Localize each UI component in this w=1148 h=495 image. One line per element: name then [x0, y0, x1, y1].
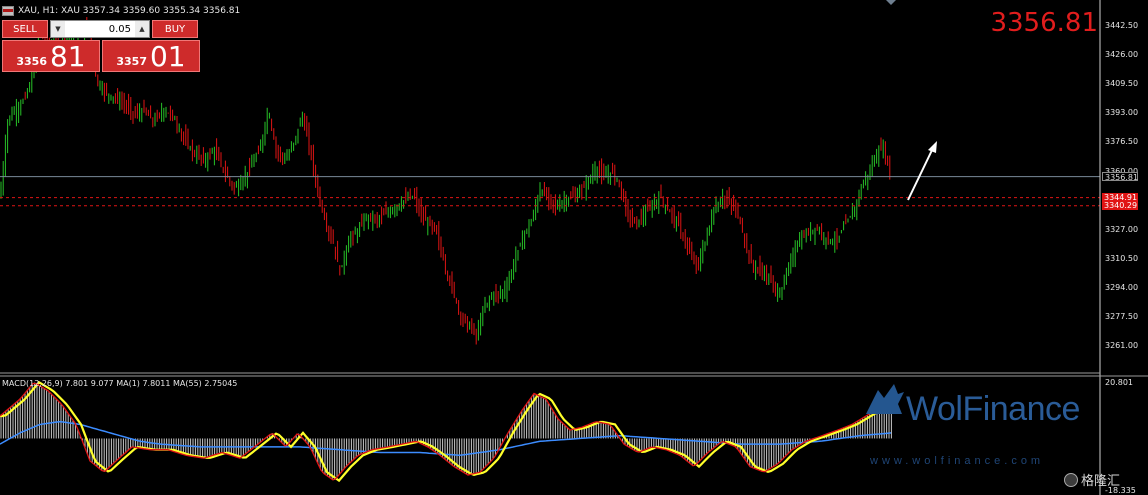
lot-size-field[interactable]: ▼ 0.05 ▲ — [50, 20, 150, 38]
level-price-tag: 3340.29 — [1102, 201, 1138, 211]
bid-price-big: 81 — [49, 40, 86, 73]
chart-window-icon — [2, 6, 14, 16]
price-axis-label: 3409.50 — [1105, 79, 1139, 89]
lot-increase-icon[interactable]: ▲ — [135, 21, 149, 37]
wolf-icon — [866, 384, 904, 414]
price-axis-label: 3310.50 — [1105, 253, 1139, 263]
macd-indicator-label: MACD(12,26,9) 7.801 9.077 MA(1) 7.8011 M… — [2, 379, 238, 388]
ask-price-small: 3357 — [116, 55, 147, 68]
price-axis-label: 3327.00 — [1105, 224, 1139, 234]
corner-brand-icon — [1064, 472, 1078, 487]
price-axis-label: 3426.00 — [1105, 50, 1139, 60]
big-price-display: 3356.81 — [990, 8, 1098, 38]
lot-decrease-icon[interactable]: ▼ — [51, 21, 65, 37]
corner-brand-text: 格隆汇 — [1081, 474, 1121, 489]
corner-brand: 格隆汇 — [1064, 470, 1120, 489]
price-axis-label: 3277.50 — [1105, 311, 1139, 321]
ask-price-big: 01 — [149, 40, 186, 73]
watermark-brand: WolFinance — [906, 390, 1080, 428]
price-axis-label: 3393.00 — [1105, 108, 1139, 118]
price-axis-label: 3442.50 — [1105, 21, 1139, 31]
price-axis-label: 3376.50 — [1105, 137, 1139, 147]
price-axis-label: 3261.00 — [1105, 341, 1139, 351]
buy-button[interactable]: BUY — [152, 20, 198, 38]
price-axis-label: 3294.00 — [1105, 282, 1139, 292]
chart-header: XAU, H1: XAU 3357.34 3359.60 3355.34 335… — [2, 4, 240, 18]
current-price-tag: 3356.81 — [1102, 172, 1138, 182]
bid-price-small: 3356 — [16, 55, 47, 68]
lot-size-value[interactable]: 0.05 — [65, 24, 135, 35]
sell-button[interactable]: SELL — [2, 20, 48, 38]
watermark-url: www.wolfinance.com — [870, 455, 1045, 467]
chart-header-text: XAU, H1: XAU 3357.34 3359.60 3355.34 335… — [18, 6, 241, 16]
watermark-logo: WolFinance — [864, 380, 1124, 430]
ask-price-box[interactable]: 3357 01 — [102, 40, 200, 72]
one-click-trading-panel: SELL ▼ 0.05 ▲ BUY 3356 81 3357 01 — [2, 20, 200, 72]
bid-price-box[interactable]: 3356 81 — [2, 40, 100, 72]
